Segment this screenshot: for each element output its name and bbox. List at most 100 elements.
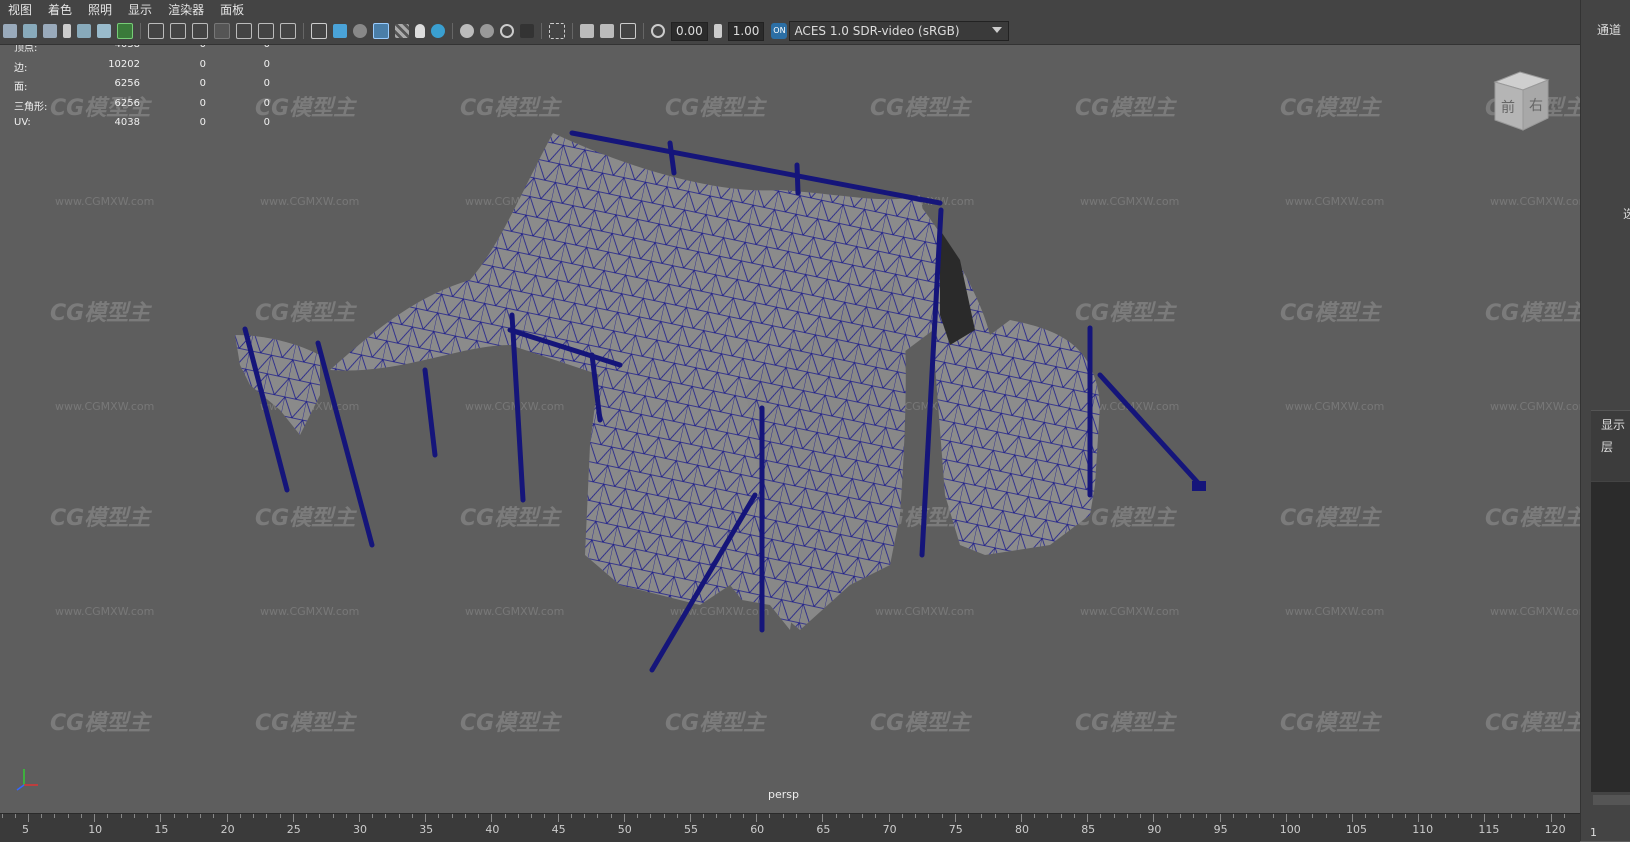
xray-components-icon[interactable] bbox=[620, 23, 636, 39]
timeline-tick-label: 10 bbox=[88, 823, 103, 836]
camera-attributes-icon[interactable] bbox=[23, 24, 37, 38]
grid-icon[interactable] bbox=[148, 23, 164, 39]
film-gate-icon[interactable] bbox=[170, 23, 186, 39]
timeline-tick bbox=[107, 814, 109, 818]
channels-label[interactable]: 通道 bbox=[1597, 21, 1621, 38]
ambient-occlusion-icon[interactable] bbox=[460, 24, 474, 38]
camera-name-label: persp bbox=[768, 788, 799, 801]
wireframe-shading-icon[interactable] bbox=[311, 23, 327, 39]
timeline-tick-label: 65 bbox=[816, 823, 831, 836]
grease-pencil-icon[interactable] bbox=[97, 24, 111, 38]
timeline-tick bbox=[226, 814, 228, 822]
channel-box-panel: 通道 选 显示 层 选 bbox=[1580, 0, 1630, 841]
bookmark-icon[interactable] bbox=[43, 24, 57, 38]
timeline-tick bbox=[160, 814, 162, 822]
timeline-tick bbox=[332, 814, 334, 818]
menu-lighting[interactable]: 照明 bbox=[80, 1, 120, 18]
view-cube-front[interactable]: 前 bbox=[1501, 99, 1515, 116]
timeline-tick bbox=[239, 814, 241, 818]
current-frame[interactable]: 1 bbox=[1590, 826, 1597, 839]
safe-title-icon[interactable] bbox=[280, 23, 296, 39]
timeline-tick-label: 110 bbox=[1412, 823, 1434, 836]
xray-icon[interactable] bbox=[580, 24, 594, 38]
timeline-tick bbox=[1060, 814, 1062, 818]
horizontal-scrollbar[interactable] bbox=[1593, 795, 1630, 805]
depth-of-field-icon[interactable] bbox=[520, 24, 534, 38]
chevron-down-icon bbox=[992, 27, 1003, 33]
timeline-tick bbox=[1404, 814, 1406, 818]
timeline-tick bbox=[848, 814, 850, 818]
hud-value: 0 bbox=[263, 117, 270, 128]
time-slider[interactable]: 5 10 15 20 25 30 35 40 45 50 55 60 65 70 75 80 85 90 95 100… bbox=[0, 813, 1580, 842]
timeline-tick bbox=[1325, 814, 1327, 818]
timeline-tick-label: 100 bbox=[1279, 823, 1301, 836]
layers-menu[interactable]: 层 bbox=[1601, 438, 1613, 455]
lights-icon[interactable] bbox=[415, 24, 425, 38]
view-transform-dropdown[interactable]: ACES 1.0 SDR-video (sRGB) bbox=[789, 21, 1010, 41]
timeline-tick bbox=[1166, 814, 1168, 818]
hud-row-triangles: 三角形: 6256 0 0 bbox=[14, 98, 270, 118]
shadows-icon[interactable] bbox=[431, 24, 445, 38]
toolbar-separator bbox=[643, 23, 644, 39]
xray-joints-icon[interactable] bbox=[600, 24, 614, 38]
timeline-tick-label: 60 bbox=[750, 823, 765, 836]
timeline-tick bbox=[292, 814, 294, 822]
view-cube[interactable]: 前 右 bbox=[1490, 70, 1550, 132]
menu-view[interactable]: 视图 bbox=[0, 1, 40, 18]
timeline-tick bbox=[345, 814, 347, 818]
timeline-tick-label: 55 bbox=[684, 823, 698, 836]
timeline-tick-label: 115 bbox=[1478, 823, 1500, 836]
exposure-icon[interactable] bbox=[651, 24, 665, 38]
anti-aliasing-icon[interactable] bbox=[500, 24, 514, 38]
wireframe-on-shaded-icon[interactable] bbox=[373, 23, 389, 39]
timeline-tick bbox=[584, 814, 586, 818]
toolbar-separator bbox=[303, 23, 304, 39]
3d-viewport[interactable]: CG模型主 www.CGMXW.com CG模型主 www.CGMXW.com CG模型… bbox=[0, 45, 1580, 813]
hud-value: 0 bbox=[199, 58, 206, 70]
textured-icon[interactable] bbox=[395, 24, 409, 38]
tent-mesh[interactable] bbox=[0, 45, 1580, 813]
timeline-tick bbox=[28, 814, 29, 822]
gamma-field[interactable]: 1.00 bbox=[727, 21, 765, 41]
isolate-select-icon[interactable] bbox=[549, 23, 565, 39]
wireframe-toggle-icon[interactable] bbox=[117, 23, 133, 39]
stake bbox=[1192, 481, 1206, 491]
toolbar-separator bbox=[140, 23, 141, 39]
timeline-tick bbox=[875, 814, 877, 818]
2d-pan-icon[interactable] bbox=[77, 24, 91, 38]
timeline-tick bbox=[650, 814, 652, 818]
timeline-tick bbox=[1034, 814, 1036, 818]
menu-panels[interactable]: 面板 bbox=[212, 1, 252, 18]
hud-value: 0 bbox=[199, 97, 206, 109]
field-chart-icon[interactable] bbox=[236, 23, 252, 39]
timeline-tick bbox=[1352, 814, 1353, 822]
timeline-tick bbox=[557, 814, 559, 822]
timeline-tick bbox=[637, 814, 639, 818]
hud-row-edges: 边: 10202 0 0 bbox=[14, 59, 270, 79]
timeline-tick bbox=[941, 814, 943, 818]
timeline-tick-label: 5 bbox=[22, 823, 29, 836]
hud-value: 6256 bbox=[114, 78, 140, 89]
smooth-shade-icon[interactable] bbox=[333, 24, 347, 38]
menu-shading[interactable]: 着色 bbox=[40, 1, 80, 18]
image-plane-icon[interactable] bbox=[63, 24, 71, 38]
menu-renderer[interactable]: 渲染器 bbox=[160, 1, 212, 18]
timeline-tick bbox=[663, 814, 665, 818]
timeline-tick-label: 75 bbox=[948, 823, 963, 836]
gate-mask-icon[interactable] bbox=[214, 23, 230, 39]
gamma-icon[interactable] bbox=[713, 24, 722, 38]
color-management-toggle[interactable]: ON bbox=[771, 23, 788, 39]
resolution-gate-icon[interactable] bbox=[192, 23, 208, 39]
motion-blur-icon[interactable] bbox=[480, 24, 494, 38]
layer-list[interactable] bbox=[1591, 482, 1630, 792]
default-material-icon[interactable] bbox=[353, 24, 367, 38]
camera-select-icon[interactable] bbox=[3, 24, 17, 38]
hud-value: 0 bbox=[206, 45, 270, 59]
view-cube-right[interactable]: 右 bbox=[1529, 98, 1543, 114]
safe-action-icon[interactable] bbox=[258, 23, 274, 39]
timeline-tick bbox=[372, 814, 374, 818]
exposure-field[interactable]: 0.00 bbox=[671, 21, 708, 41]
display-tab[interactable]: 显示 bbox=[1601, 416, 1625, 433]
menu-show[interactable]: 显示 bbox=[120, 1, 160, 18]
hud-value: 0 bbox=[263, 78, 270, 89]
